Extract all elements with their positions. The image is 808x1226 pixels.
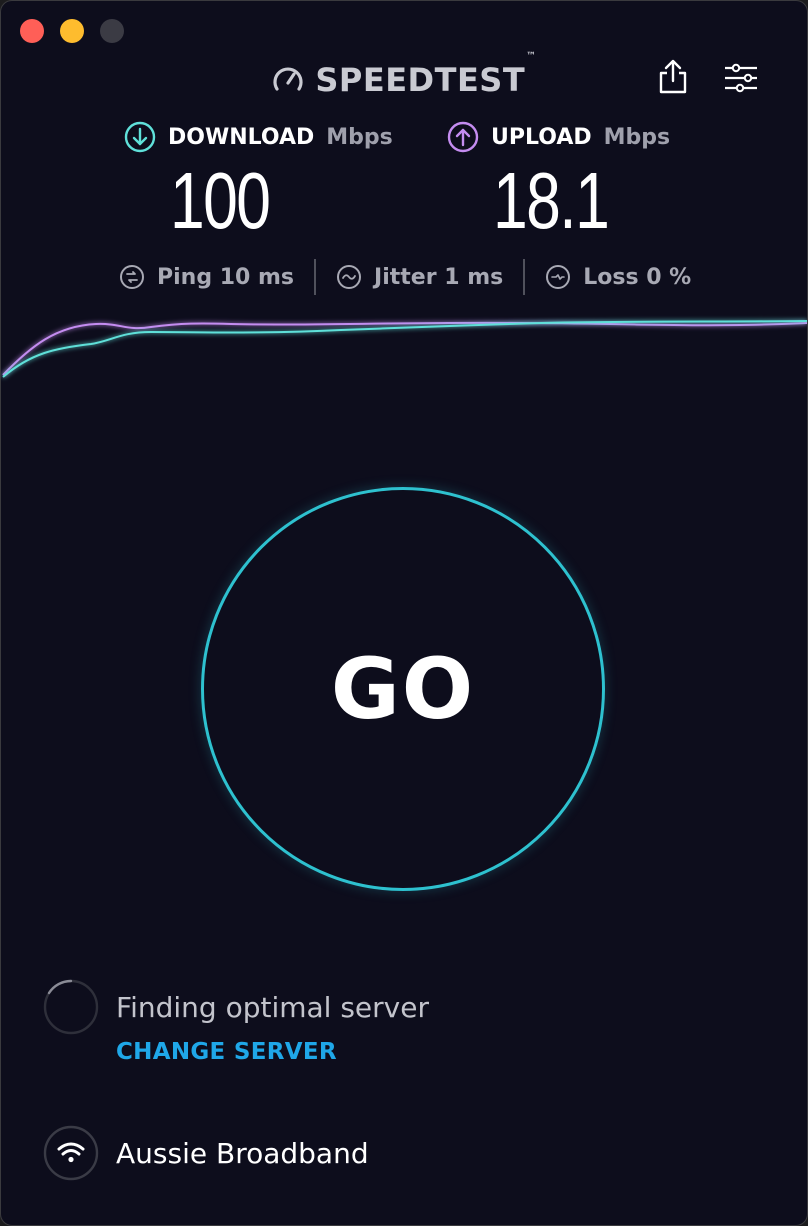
wifi-icon [43,1125,99,1181]
loss-stat: Loss 0 % [525,264,711,290]
download-unit: Mbps [326,124,393,150]
change-server-link[interactable]: CHANGE SERVER [116,1039,337,1065]
go-button[interactable]: GO [201,487,605,891]
upload-value: 18.1 [493,156,610,245]
upload-arrow-icon [447,121,479,153]
ping-icon [120,265,144,289]
isp-name: Aussie Broadband [116,1137,369,1170]
loss-text: Loss 0 % [583,264,692,290]
speed-graph [2,320,807,378]
jitter-icon [337,265,362,289]
connection-stats: Ping 10 ms Jitter 1 ms Loss 0 % [119,259,711,295]
window-controls [20,19,124,43]
download-graph-line [2,320,807,378]
upload-metric: UPLOAD Mbps 18.1 [447,121,670,241]
share-icon[interactable] [657,59,689,95]
upload-graph-line [2,321,807,376]
jitter-text: Jitter 1 ms [374,264,504,290]
minimize-window-button[interactable] [60,19,84,43]
close-window-button[interactable] [20,19,44,43]
upload-unit: Mbps [603,124,671,150]
brand-name: SPEEDTEST [315,61,526,99]
ping-text: Ping 10 ms [157,264,295,290]
speedtest-window: SPEEDTEST™ DOWNLOAD Mbps 100 UPLOAD Mbps… [0,0,808,1226]
loading-spinner-icon [43,979,99,1035]
go-label: GO [330,640,476,738]
jitter-stat: Jitter 1 ms [316,264,523,290]
trademark-mark: ™ [526,51,537,62]
download-arrow-icon [124,121,156,153]
download-metric: DOWNLOAD Mbps 100 [124,121,393,241]
upload-label: UPLOAD [491,124,592,150]
download-label: DOWNLOAD [168,124,315,150]
server-status-text: Finding optimal server [116,991,429,1024]
loss-icon [546,265,571,289]
ping-stat: Ping 10 ms [119,264,314,290]
speed-gauge-icon [273,67,303,91]
download-value: 100 [170,156,271,245]
settings-sliders-icon[interactable] [723,63,759,93]
zoom-window-button[interactable] [100,19,124,43]
